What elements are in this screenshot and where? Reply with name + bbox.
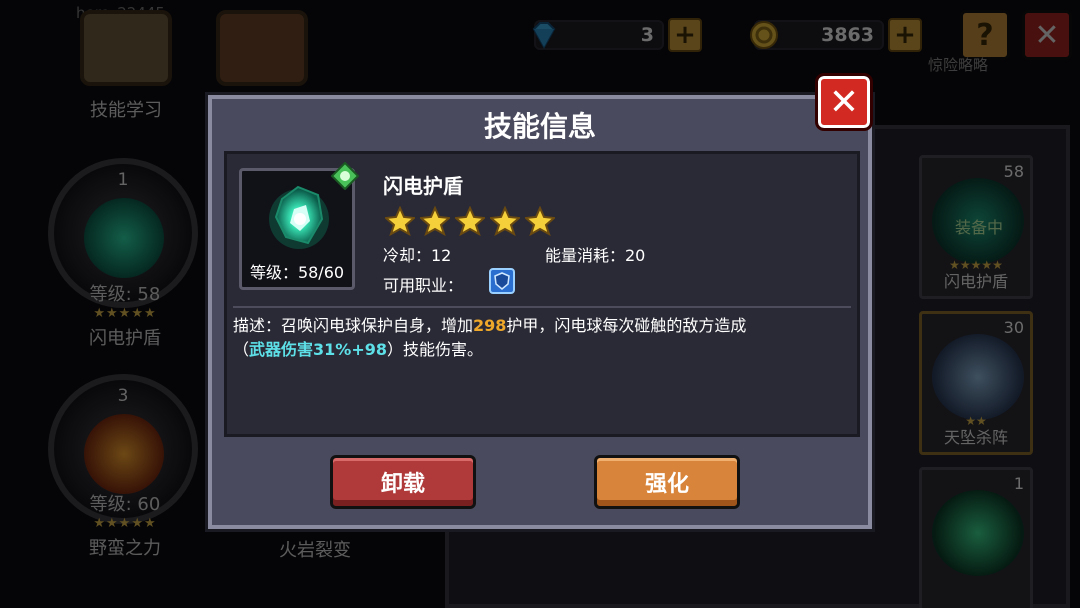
- grid-skill-card[interactable]: 1: [919, 467, 1033, 608]
- top-close-button[interactable]: ✕: [1022, 10, 1072, 60]
- book-icon: [80, 10, 172, 86]
- desc-text: 描述：召唤闪电球保护自身，增加: [233, 316, 474, 335]
- skill-info-modal: 技能信息 等级：58/60 闪电护盾 冷却：12 能量消耗：20 可用职业： 描…: [208, 95, 872, 529]
- slot-1-level: 等级: 58: [89, 284, 161, 305]
- card-level: 30: [1003, 318, 1024, 337]
- unload-button[interactable]: 卸载: [330, 455, 476, 509]
- skill-name: 闪电护盾: [383, 174, 463, 198]
- card-name: 天坠杀阵: [943, 428, 1008, 447]
- skill-info-box: 等级：58/60 闪电护盾 冷却：12 能量消耗：20 可用职业： 描述：召唤闪…: [224, 151, 860, 437]
- available-class-label: 可用职业：: [383, 276, 464, 295]
- star-icon: [420, 206, 450, 236]
- lightning-shield-icon: [269, 185, 329, 249]
- divider: [233, 306, 851, 308]
- slot-1-name: 闪电护盾: [89, 328, 161, 349]
- slot-2-level: 等级: 60: [89, 494, 161, 515]
- energy-cost-text: 能量消耗：20: [545, 246, 646, 265]
- card-level: 1: [1013, 474, 1024, 493]
- equipped-tag: 装备中: [954, 218, 1003, 237]
- wind-icon: [932, 490, 1024, 576]
- desc-damage-value: 武器伤害31%+98: [249, 340, 387, 359]
- slot-1-stars: ★★★★★: [93, 306, 157, 321]
- desc-text: ）技能伤害。: [387, 340, 484, 359]
- right-hint-label: 惊险略略: [927, 56, 988, 74]
- meteor-icon: [932, 334, 1024, 420]
- center-skill-name: 火岩裂变: [279, 540, 351, 561]
- slot-2-stars: ★★★★★: [93, 516, 157, 531]
- slot-2-name: 野蛮之力: [89, 538, 161, 559]
- desc-text: （: [233, 340, 250, 359]
- star-icon: [455, 206, 485, 236]
- skill-description: 描述：召唤闪电球保护自身，增加298护甲，闪电球每次碰触的敌方造成 （武器伤害31…: [233, 314, 843, 362]
- modal-close-button[interactable]: ✕: [815, 73, 873, 131]
- grid-skill-card[interactable]: 58 装备中 ★★★★★ 闪电护盾: [919, 155, 1033, 299]
- grid-skill-card[interactable]: 30 ★★ 天坠杀阵: [919, 311, 1033, 455]
- star-icon: [525, 206, 555, 236]
- card-level: 58: [1003, 162, 1024, 181]
- coin-icon: [750, 21, 778, 49]
- card-name: 闪电护盾: [943, 272, 1008, 291]
- enhance-button[interactable]: 强化: [594, 455, 740, 509]
- desc-armor-value: 298: [473, 316, 507, 335]
- skill-learn-entry[interactable]: 技能学习: [78, 10, 174, 122]
- slot-level: 1: [117, 170, 129, 190]
- chest-entry[interactable]: [214, 10, 310, 86]
- desc-text: 护甲，闪电球每次碰触的敌方造成: [506, 316, 747, 335]
- star-icon: [385, 206, 415, 236]
- help-button[interactable]: ?: [960, 10, 1010, 60]
- skill-stars: [385, 206, 555, 236]
- skill-level-text: 等级：58/60: [249, 263, 345, 282]
- chest-icon: [216, 10, 308, 86]
- cooldown-text: 冷却：12: [383, 246, 452, 265]
- diamond-icon: [532, 22, 556, 50]
- skill-learn-label: 技能学习: [90, 100, 162, 121]
- gem-counter: 3 +: [532, 16, 702, 54]
- slot-level: 3: [117, 386, 129, 406]
- fist-icon: [84, 414, 164, 494]
- star-icon: [490, 206, 520, 236]
- add-gems-button[interactable]: +: [668, 18, 702, 52]
- green-rank-badge-icon: [331, 162, 359, 190]
- class-shield-icon: [489, 268, 515, 294]
- add-coins-button[interactable]: +: [888, 18, 922, 52]
- lightning-shield-icon: [84, 198, 164, 278]
- modal-title: 技能信息: [483, 110, 596, 143]
- coin-counter: 3863 +: [750, 16, 922, 54]
